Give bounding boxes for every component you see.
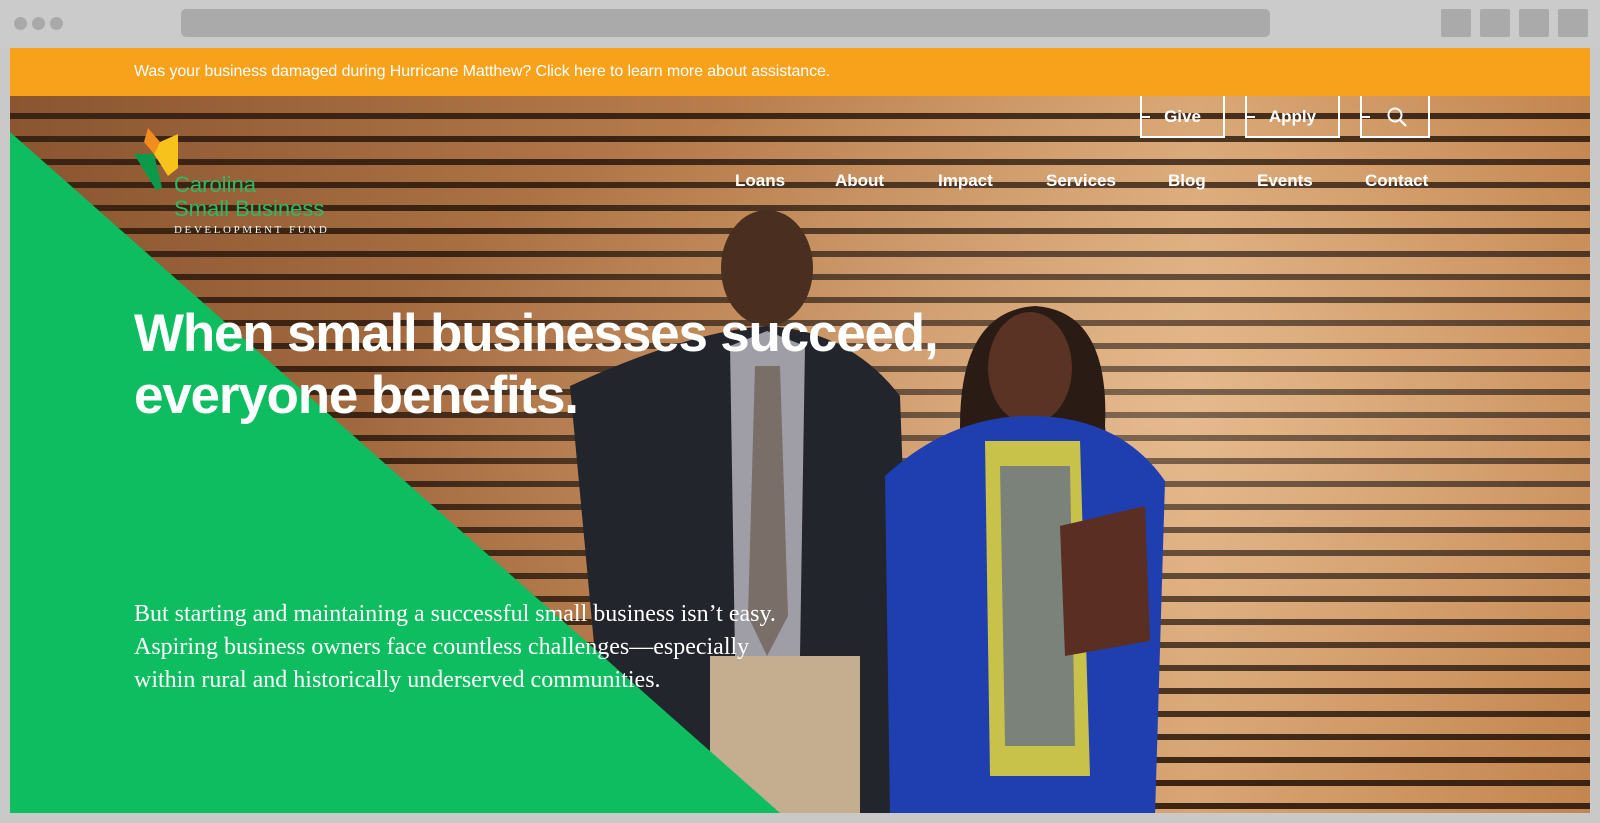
search-button[interactable] [1360,96,1430,138]
announcement-link[interactable]: Was your business damaged during Hurrica… [134,63,830,81]
nav-item-impact[interactable]: Impact [938,171,993,191]
browser-chrome [0,0,1600,48]
announcement-banner[interactable]: Was your business damaged during Hurrica… [10,48,1590,96]
browser-toolbar-button-4[interactable] [1558,9,1588,37]
nav-item-blog[interactable]: Blog [1168,171,1206,191]
apply-button-label: Apply [1268,107,1317,126]
site-logo[interactable]: Carolina Small Business DEVELOPMENT FUND [134,128,354,238]
browser-toolbar-button-3[interactable] [1519,9,1549,37]
hero-headline-line1: When small businesses succeed, [134,304,939,363]
page-viewport: Was your business damaged during Hurrica… [10,48,1590,813]
hero-headline: When small businesses succeed, everyone … [134,303,1034,427]
apply-button[interactable]: Apply [1245,96,1340,138]
nav-item-loans[interactable]: Loans [735,171,785,191]
window-zoom-dot[interactable] [50,17,63,30]
hero-headline-line2: everyone benefits. [134,366,579,425]
nav-item-contact[interactable]: Contact [1365,171,1428,191]
address-bar[interactable] [181,9,1270,37]
browser-toolbar-button-2[interactable] [1480,9,1510,37]
nav-item-about[interactable]: About [835,171,884,191]
search-icon [1387,107,1407,127]
give-button-label: Give [1164,107,1201,126]
logo-text-line2: Small Business [174,196,325,221]
browser-toolbar-button-1[interactable] [1441,9,1471,37]
logo-text-line3: DEVELOPMENT FUND [174,224,330,236]
give-button[interactable]: Give [1140,96,1225,138]
nav-item-events[interactable]: Events [1257,171,1313,191]
window-close-dot[interactable] [14,17,27,30]
logo-text-line1: Carolina [174,172,256,197]
window-minimize-dot[interactable] [32,17,45,30]
hero-body-text: But starting and maintaining a successfu… [134,601,776,693]
nav-item-services[interactable]: Services [1046,171,1116,191]
